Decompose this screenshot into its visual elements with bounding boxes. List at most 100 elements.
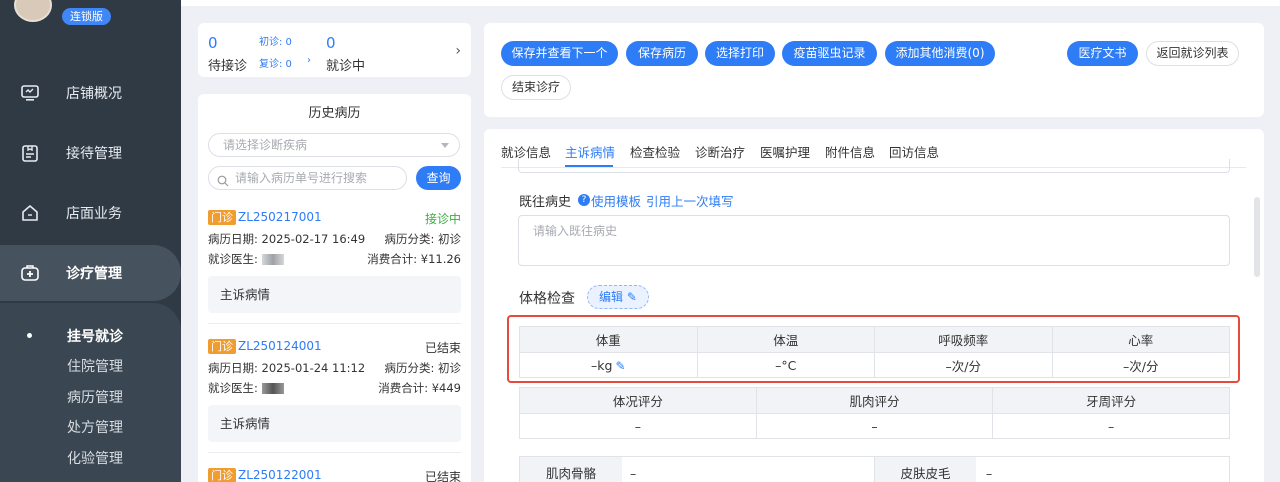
past-history-label: 既往病史 [519,195,572,210]
record-detail-panel: 就诊信息 主诉病情 检查检验 诊断治疗 医嘱护理 附件信息 回访信息 既往病史 … [484,129,1264,482]
divider [208,452,461,453]
search-placeholder: 请输入病历单号进行搜索 [235,171,368,185]
save-record-button[interactable]: 保存病历 [626,41,698,66]
vaccine-record-button[interactable]: 疫苗驱虫记录 [782,41,877,66]
chevron-down-icon [441,143,449,148]
waiting-count: 0 [208,34,218,52]
medical-docs-button[interactable]: 医疗文书 [1067,41,1138,66]
record-id[interactable]: ZL250124001 [238,339,322,353]
record-status: 接诊中 [424,212,461,226]
past-history-textarea[interactable]: 请输入既往病史 [518,215,1230,266]
previous-textarea-edge[interactable] [518,159,1230,173]
record-category: 病历分类: 初诊 [384,232,461,246]
record-doctor: 就诊医生: [208,381,258,395]
top-strip [181,0,1280,6]
record-chief-complaint[interactable]: 主诉病情 [208,405,461,442]
record-chief-complaint[interactable]: 主诉病情 [208,276,461,313]
record-id[interactable]: ZL250122001 [238,468,322,482]
use-template-link[interactable]: 使用模板 [591,191,641,210]
vitals-header: 呼吸频率 [874,326,1053,353]
heart-rate-value: –次/分 [1051,352,1230,378]
record-id[interactable]: ZL250217001 [238,210,322,224]
record-status: 已结束 [424,341,461,355]
query-button[interactable]: 查询 [416,166,461,190]
temperature-value: –°C [696,352,875,378]
avatar[interactable] [14,0,52,22]
sidebar: 连锁版 店铺概况 接待管理 店面业务 诊疗管理 挂号就诊 住院管理 病历管理 处… [0,0,181,482]
quote-last-link[interactable]: 引用上一次填写 [646,191,734,210]
record-category: 病历分类: 初诊 [384,361,461,375]
weight-cell[interactable]: –kg ✎ [519,352,698,378]
respiration-value: –次/分 [874,352,1053,378]
nav-label: 诊疗管理 [66,266,122,282]
nav-item-clinical-management[interactable]: 诊疗管理 [0,245,181,301]
edit-label: 编辑 [599,290,624,304]
redacted-name [261,383,284,394]
visit-stats-card[interactable]: 0 待接诊 初诊: 0 复诊: 0 › 0 就诊中 › [198,23,471,77]
waiting-label: 待接诊 [208,59,248,74]
history-record[interactable]: 门诊 ZL250122001 已结束 [208,468,461,482]
skin-coat-value: – [986,466,993,481]
history-record[interactable]: 门诊 ZL250217001 接诊中 病历日期: 2025-02-17 16:49… [208,210,461,324]
record-search-input[interactable]: 请输入病历单号进行搜索 [208,166,407,190]
save-and-view-next-button[interactable]: 保存并查看下一个 [501,41,618,66]
score-header: 肌肉评分 [755,387,994,414]
textarea-placeholder: 请输入既往病史 [533,224,618,238]
active-dot [27,333,32,338]
in-progress-label: 就诊中 [326,59,366,74]
pencil-icon[interactable]: ✎ [615,359,625,373]
record-doctor: 就诊医生: [208,252,258,266]
pencil-icon: ✎ [626,290,637,304]
nav-item-store-business[interactable]: 店面业务 [0,185,181,241]
record-type-tag: 门诊 [208,210,236,225]
edit-exam-button[interactable]: 编辑 ✎ [587,285,649,309]
record-date: 病历日期: 2025-02-17 16:49 [208,232,366,246]
edition-badge: 连锁版 [62,8,111,25]
submenu-item-registration[interactable]: 挂号就诊 [67,326,123,346]
scrollbar[interactable] [1254,197,1260,277]
first-visit-count: 初诊: 0 [259,37,292,48]
diagnosis-select[interactable]: 请选择诊断疾病 [208,133,460,157]
nav-label: 接待管理 [66,146,122,162]
revisit-arrow: › [307,55,311,66]
history-record[interactable]: 门诊 ZL250124001 已结束 病历日期: 2025-01-24 11:12… [208,339,461,453]
nav-item-reception[interactable]: 接待管理 [0,125,181,181]
record-total: 消费合计: ¥11.26 [367,252,461,266]
record-total: 消费合计: ¥449 [378,381,461,395]
muscle-score: – [755,413,994,439]
submenu-item-inpatient[interactable]: 住院管理 [67,356,123,376]
add-other-fee-button[interactable]: 添加其他消费(0) [885,41,995,66]
record-date: 病历日期: 2025-01-24 11:12 [208,361,366,375]
nav-item-store-overview[interactable]: 店铺概况 [0,65,181,121]
weight-value: –kg [591,357,613,373]
help-icon[interactable]: ? [578,194,590,206]
submenu-item-lab-tests[interactable]: 化验管理 [67,448,123,468]
periodontal-score: – [992,413,1230,439]
history-records-card: 历史病历 请选择诊断疾病 请输入病历单号进行搜索 查询 门诊 ZL25021700… [198,94,471,482]
score-header: 体况评分 [519,387,757,414]
revisit-count: 复诊: 0 [259,59,292,70]
select-placeholder: 请选择诊断疾病 [223,138,308,152]
back-to-list-button[interactable]: 返回就诊列表 [1146,41,1239,66]
scores-table: 体况评分 肌肉评分 牙周评分 – – – [519,387,1230,439]
body-condition-score: – [519,413,757,439]
musculoskeletal-value: – [630,466,637,481]
vitals-header: 体重 [519,326,698,353]
exam-kv-row: 肌肉骨骼 – 皮肤皮毛 – [519,456,1230,482]
house-icon [20,203,40,223]
in-progress-count: 0 [326,34,336,52]
record-type-tag: 门诊 [208,468,236,482]
score-header: 牙周评分 [992,387,1230,414]
nav-label: 店铺概况 [66,86,122,102]
record-type-tag: 门诊 [208,339,236,354]
submenu-item-prescriptions[interactable]: 处方管理 [67,417,123,437]
search-icon [217,172,229,194]
medical-kit-icon [20,263,40,283]
submenu-item-records[interactable]: 病历管理 [67,387,123,407]
chevron-right-icon[interactable]: › [455,43,461,59]
action-bar: 保存并查看下一个 保存病历 选择打印 疫苗驱虫记录 添加其他消费(0) 医疗文书… [484,23,1264,117]
musculoskeletal-label: 肌肉骨骼 [520,457,622,482]
end-visit-button[interactable]: 结束诊疗 [501,75,571,100]
select-print-button[interactable]: 选择打印 [705,41,775,66]
physical-exam-label: 体格检查 [519,291,575,307]
